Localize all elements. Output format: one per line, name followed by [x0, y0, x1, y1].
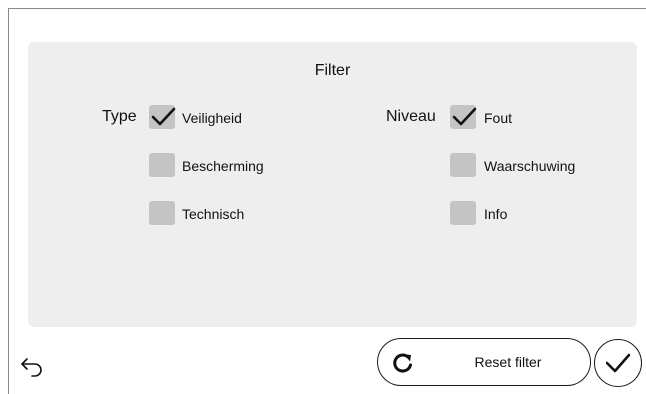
option-label-waarschuwing: Waarschuwing: [484, 158, 576, 174]
niveau-group-label: Niveau: [386, 108, 436, 125]
refresh-icon: [393, 353, 412, 373]
checkbox-waarschuwing[interactable]: [450, 153, 476, 177]
option-label-info: Info: [484, 206, 508, 222]
checkbox-veiligheid[interactable]: [149, 105, 176, 129]
option-label-bescherming: Bescherming: [182, 158, 264, 174]
checkbox-fout[interactable]: [450, 105, 477, 129]
checkbox-info[interactable]: [450, 201, 476, 225]
checkbox-technisch[interactable]: [149, 201, 175, 225]
back-button[interactable]: [20, 355, 44, 377]
reset-filter-label: Reset filter: [474, 354, 542, 370]
option-label-fout: Fout: [484, 110, 513, 126]
checkmark-icon: [606, 353, 630, 373]
type-group-label: Type: [102, 108, 137, 125]
checkbox-bescherming[interactable]: [149, 153, 175, 177]
window-top-border: [8, 8, 646, 9]
reset-filter-button[interactable]: Reset filter: [377, 338, 591, 386]
checkmark-icon: [151, 107, 176, 126]
window-left-border: [8, 8, 9, 394]
option-label-veiligheid: Veiligheid: [182, 110, 242, 126]
option-label-technisch: Technisch: [182, 206, 245, 222]
checkmark-icon: [452, 107, 477, 126]
panel-title: Filter: [314, 62, 351, 79]
filter-panel: Filter: [28, 42, 637, 327]
confirm-button[interactable]: [594, 339, 642, 387]
back-arrow-icon: [21, 358, 42, 377]
